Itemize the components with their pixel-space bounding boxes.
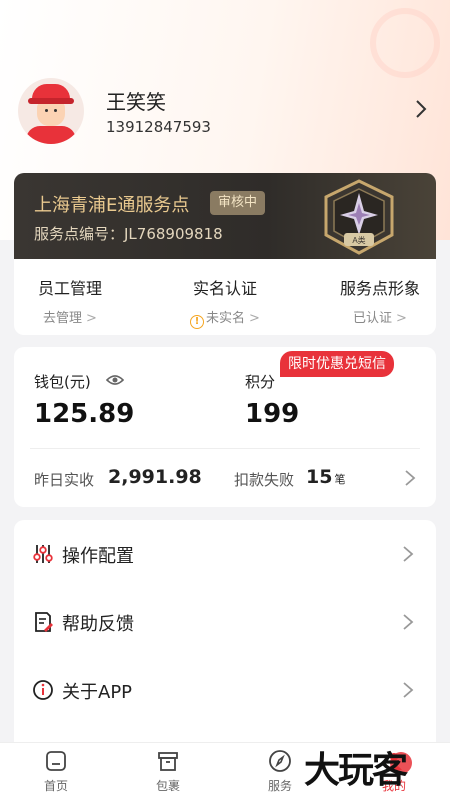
points-label: 积分 bbox=[245, 373, 276, 391]
real-name-auth-status: 未实名 bbox=[206, 311, 246, 326]
service-point-card: 上海青浦E通服务点 审核中 服务点编号：JL768909818 A类 员工管理 … bbox=[14, 173, 436, 335]
watermark-text: 大玩客 bbox=[304, 749, 408, 791]
wallet-label: 钱包(元) bbox=[34, 373, 91, 391]
failed-deduction-label: 扣款失败 bbox=[234, 471, 295, 489]
chevron-right-icon bbox=[403, 614, 414, 630]
failed-deduction-unit: 笔 bbox=[334, 473, 346, 486]
service-point-header[interactable]: 上海青浦E通服务点 审核中 服务点编号：JL768909818 A类 bbox=[14, 173, 436, 259]
medal-text: A类 bbox=[352, 235, 365, 245]
service-point-image[interactable]: 服务点形象 已认证 > bbox=[310, 275, 436, 326]
chevron-right-icon bbox=[403, 546, 414, 562]
home-icon bbox=[46, 751, 66, 771]
sliders-icon bbox=[33, 545, 53, 563]
menu-label: 关于APP bbox=[62, 682, 133, 703]
chevron-right-icon[interactable] bbox=[404, 469, 416, 487]
service-point-stats: 员工管理 去管理 > 实名认证 ! 未实名 > 服务点形象 已认证 > bbox=[14, 259, 436, 335]
points-value[interactable]: 199 bbox=[245, 399, 299, 429]
real-name-auth-title: 实名认证 bbox=[192, 279, 257, 298]
chevron-right-icon bbox=[403, 682, 414, 698]
failed-deduction-count[interactable]: 15 笔 bbox=[306, 466, 345, 488]
profile-row[interactable]: 王笑笑 13912847593 bbox=[18, 78, 432, 148]
chevron-right-icon: > bbox=[86, 311, 97, 326]
avatar[interactable] bbox=[18, 78, 84, 144]
service-point-name: 上海青浦E通服务点 bbox=[34, 195, 190, 216]
service-point-image-status: 已认证 bbox=[353, 311, 393, 326]
grade-medal-icon: A类 bbox=[324, 179, 394, 255]
yesterday-income-value: 2,991.98 bbox=[108, 466, 202, 488]
menu-item-operation-config[interactable]: 操作配置 bbox=[14, 520, 436, 586]
user-name: 王笑笑 bbox=[106, 90, 166, 114]
real-name-auth[interactable]: 实名认证 ! 未实名 > bbox=[155, 275, 295, 329]
warning-icon: ! bbox=[190, 315, 205, 329]
divider bbox=[30, 448, 420, 449]
settings-menu: 操作配置 帮助反馈 关于APP bbox=[14, 520, 436, 770]
tab-label: 首页 bbox=[43, 779, 68, 793]
staff-management-link: 去管理 bbox=[43, 311, 83, 326]
status-badge: 审核中 bbox=[210, 191, 266, 215]
chevron-right-icon[interactable] bbox=[414, 98, 428, 120]
decorative-circle bbox=[370, 8, 440, 78]
wallet-card: 限时优惠兑短信 钱包(元) 125.89 积分 199 昨日实收 2,991.9… bbox=[14, 347, 436, 507]
compass-icon bbox=[269, 750, 291, 772]
tab-package[interactable]: 包裹 bbox=[128, 749, 208, 794]
tab-home[interactable]: 首页 bbox=[16, 749, 96, 794]
feedback-icon bbox=[35, 612, 53, 632]
wallet-balance[interactable]: 125.89 bbox=[34, 399, 134, 429]
eye-icon[interactable] bbox=[106, 373, 124, 387]
tab-label: 包裹 bbox=[155, 779, 180, 793]
chevron-right-icon: > bbox=[249, 311, 260, 326]
menu-label: 操作配置 bbox=[62, 546, 134, 567]
promo-badge[interactable]: 限时优惠兑短信 bbox=[280, 351, 394, 377]
menu-item-help-feedback[interactable]: 帮助反馈 bbox=[14, 588, 436, 654]
menu-label: 帮助反馈 bbox=[62, 614, 134, 635]
yesterday-income-label: 昨日实收 bbox=[34, 471, 95, 489]
watermark-logo: 大玩客 bbox=[304, 742, 444, 798]
package-icon bbox=[158, 752, 178, 771]
user-phone: 13912847593 bbox=[106, 118, 211, 136]
service-point-number: 服务点编号：JL768909818 bbox=[34, 225, 223, 243]
failed-deduction-value: 15 bbox=[306, 466, 333, 488]
menu-item-about-app[interactable]: 关于APP bbox=[14, 656, 436, 722]
chevron-right-icon: > bbox=[396, 311, 407, 326]
info-icon bbox=[33, 680, 53, 700]
staff-management[interactable]: 员工管理 去管理 > bbox=[14, 275, 140, 326]
service-point-image-title: 服务点形象 bbox=[339, 279, 420, 298]
staff-management-title: 员工管理 bbox=[37, 279, 102, 298]
